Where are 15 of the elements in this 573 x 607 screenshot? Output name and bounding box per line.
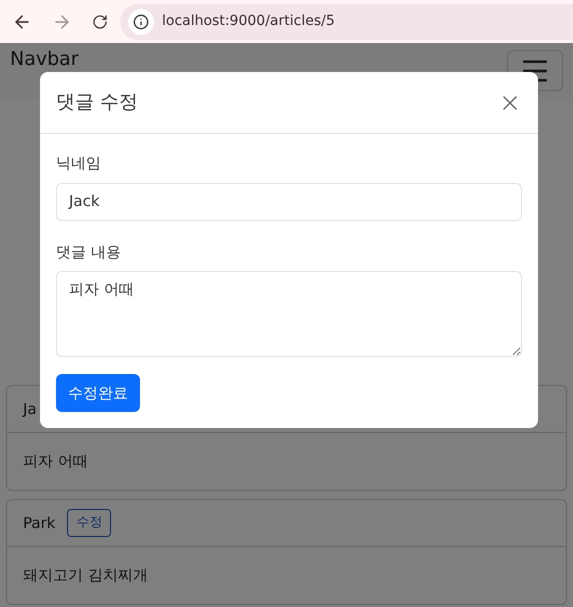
comment-body: 피자 어때 — [23, 451, 88, 472]
field-label: 닉네임 — [56, 153, 102, 174]
comment-author: Park — [23, 512, 56, 534]
comment-body: 돼지고기 김치찌개 — [23, 565, 148, 586]
url-text: localhost:9000/articles/5 — [162, 12, 335, 31]
reload-icon[interactable] — [92, 14, 108, 30]
comment-textarea[interactable]: 피자 어때 — [56, 271, 522, 357]
navbar-brand[interactable]: Navbar — [10, 48, 79, 70]
info-icon[interactable] — [128, 8, 154, 34]
field-label: 댓글 내용 — [56, 242, 122, 262]
modal-title: 댓글 수정 — [56, 90, 138, 116]
comment-author: Ja — [23, 398, 37, 420]
submit-button[interactable]: 수정완료 — [56, 374, 140, 412]
address-bar[interactable]: localhost:9000/articles/5 — [120, 4, 573, 40]
nickname-input[interactable]: Jack — [56, 182, 522, 220]
